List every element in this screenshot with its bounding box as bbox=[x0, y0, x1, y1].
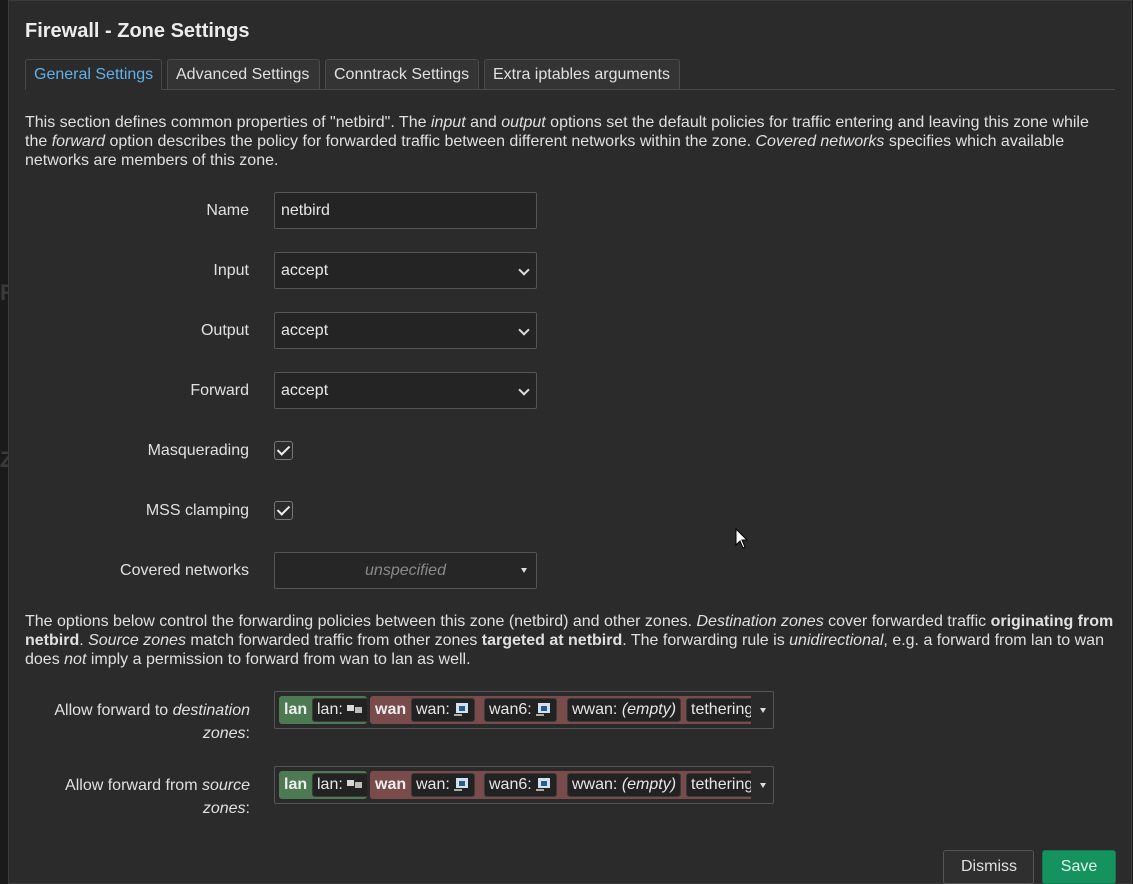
zone-name: lan bbox=[284, 701, 308, 718]
input-policy-value: accept bbox=[281, 262, 329, 279]
zone-badge-wan: wan wan: wan6: wwan: (empty) tethering bbox=[370, 696, 751, 724]
source-zones-select[interactable]: lan lan: wan wan: wan6: wwan: (empty) te… bbox=[274, 766, 774, 804]
input-policy-select[interactable]: accept bbox=[274, 252, 537, 289]
forwarding-description: The options below control the forwarding… bbox=[25, 613, 1114, 668]
output-policy-label: Output bbox=[200, 322, 249, 339]
output-policy-value: accept bbox=[281, 322, 329, 339]
chevron-down-icon bbox=[518, 264, 530, 276]
mss-clamping-label: MSS clamping bbox=[145, 502, 249, 519]
save-button[interactable]: Save bbox=[1042, 850, 1116, 884]
network-badge-wwan: wwan: (empty) bbox=[567, 773, 682, 797]
zone-list: lan lan: wan wan: wan6: wwan: (empty) te… bbox=[279, 696, 751, 724]
tab-bar: General Settings Advanced Settings Connt… bbox=[25, 59, 1115, 90]
dismiss-button[interactable]: Dismiss bbox=[943, 850, 1034, 884]
ethernet-port-icon bbox=[535, 703, 550, 717]
zone-list: lan lan: wan wan: wan6: wwan: (empty) te… bbox=[279, 771, 751, 799]
zone-name: lan bbox=[284, 776, 308, 793]
forward-policy-select[interactable]: accept bbox=[274, 372, 537, 409]
dropdown-arrow-icon bbox=[760, 783, 766, 788]
dropdown-arrow-icon bbox=[521, 568, 527, 573]
network-badge-lan: lan: bbox=[312, 698, 367, 722]
network-badge-lan: lan: bbox=[312, 773, 367, 797]
zone-name: wan bbox=[375, 701, 407, 718]
input-policy-label: Input bbox=[213, 262, 249, 279]
masquerading-label: Masquerading bbox=[147, 442, 249, 459]
forward-policy-value: accept bbox=[281, 382, 329, 399]
network-badge-wan6: wan6: bbox=[484, 698, 557, 722]
zone-name: wan bbox=[375, 776, 407, 793]
network-switch-icon bbox=[346, 780, 362, 789]
destination-zones-select[interactable]: lan lan: wan wan: wan6: wwan: (empty) te… bbox=[274, 691, 774, 729]
destination-zones-label: Allow forward to destination zones: bbox=[54, 702, 250, 742]
network-badge-tethering: tethering bbox=[686, 773, 751, 797]
tab-advanced-settings[interactable]: Advanced Settings bbox=[167, 59, 320, 90]
covered-networks-value: unspecified bbox=[365, 562, 446, 579]
zone-badge-lan: lan lan: bbox=[279, 771, 367, 799]
tab-general-settings[interactable]: General Settings bbox=[25, 59, 162, 90]
ethernet-port-icon bbox=[453, 778, 468, 792]
covered-networks-label: Covered networks bbox=[120, 562, 249, 579]
zone-badge-wan: wan wan: wan6: wwan: (empty) tethering bbox=[370, 771, 751, 799]
network-switch-icon bbox=[346, 705, 362, 714]
tab-extra-iptables-arguments[interactable]: Extra iptables arguments bbox=[484, 59, 680, 90]
network-badge-wan6: wan6: bbox=[484, 773, 557, 797]
network-badge-wan: wan: bbox=[411, 773, 475, 797]
zone-badge-lan: lan lan: bbox=[279, 696, 367, 724]
section-description: This section defines common properties o… bbox=[25, 114, 1089, 169]
network-badge-wan: wan: bbox=[411, 698, 475, 722]
mss-clamping-checkbox[interactable] bbox=[274, 501, 293, 520]
mouse-cursor-icon bbox=[735, 528, 749, 549]
output-policy-select[interactable]: accept bbox=[274, 312, 537, 349]
name-input[interactable]: netbird bbox=[274, 192, 537, 229]
name-label: Name bbox=[206, 202, 249, 219]
source-zones-label: Allow forward from source zones: bbox=[65, 777, 250, 817]
chevron-down-icon bbox=[518, 384, 530, 396]
ethernet-port-icon bbox=[535, 778, 550, 792]
tab-conntrack-settings[interactable]: Conntrack Settings bbox=[325, 59, 479, 90]
ethernet-port-icon bbox=[453, 703, 468, 717]
network-badge-tethering: tethering bbox=[686, 698, 751, 722]
chevron-down-icon bbox=[518, 324, 530, 336]
zone-settings-modal: Firewall - Zone Settings General Setting… bbox=[8, 0, 1132, 884]
covered-networks-select[interactable]: unspecified bbox=[274, 552, 537, 589]
network-badge-wwan: wwan: (empty) bbox=[567, 698, 682, 722]
modal-title: Firewall - Zone Settings bbox=[25, 20, 250, 42]
masquerading-checkbox[interactable] bbox=[274, 441, 293, 460]
forward-policy-label: Forward bbox=[190, 382, 249, 399]
dropdown-arrow-icon bbox=[760, 708, 766, 713]
